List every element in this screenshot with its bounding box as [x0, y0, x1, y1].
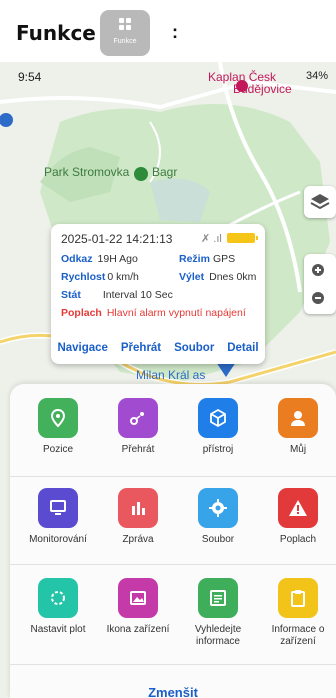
phone-screen: 9:54 34% Kaplan Česk Budějovice Park Str…	[0, 62, 336, 698]
shrink-button[interactable]: Zmenšit	[10, 685, 336, 698]
tile-label: Vyhledejte informace	[194, 624, 242, 647]
stat-value: Interval 10 Sec	[102, 289, 173, 301]
row-divider	[10, 564, 336, 565]
rezim-label: Režim	[179, 253, 210, 265]
prehrat-link[interactable]: Přehrát	[121, 342, 161, 354]
search-info-icon	[198, 578, 238, 618]
info-card-actions: Navigace Přehrát Soubor Detail	[51, 342, 265, 354]
person-icon	[278, 398, 318, 438]
info-row-stat: Stát Interval 10 Sec	[61, 289, 173, 301]
device-info-card: 2025-01-22 14:21:13 ✗ .ıl Odkaz 19H Ago R…	[51, 224, 265, 364]
rychlost-label: Rychlost	[61, 271, 106, 283]
vylet-value: Dnes 0km	[209, 271, 257, 283]
screen: Funkce Funkce : 9:54 34% Kaplan Česk Bud…	[0, 0, 336, 698]
zoom-in-icon[interactable]	[304, 256, 336, 284]
detail-link[interactable]: Detail	[227, 342, 258, 354]
map-label-park: Park Stromovka	[44, 165, 130, 179]
row-divider	[10, 664, 336, 665]
odkaz-value: 19H Ago	[97, 253, 138, 265]
warning-icon	[278, 488, 318, 528]
poplach-value: Hlavní alarm vypnutí napájení	[106, 307, 246, 319]
fence-icon	[38, 578, 78, 618]
battery-icon	[227, 233, 258, 243]
route-icon	[118, 398, 158, 438]
page-header: Funkce Funkce :	[0, 0, 336, 62]
vylet-label: Výlet	[179, 271, 205, 283]
info-row-vylet: Výlet Dnes 0km	[179, 271, 256, 283]
bar-chart-icon	[118, 488, 158, 528]
tile-label: Nastavit plot	[30, 624, 86, 635]
stat-label: Stát	[61, 289, 81, 301]
map-label-milan: Milan Král as	[136, 368, 206, 382]
location-pin-icon	[38, 398, 78, 438]
info-row-rezim: Režim GPS	[179, 253, 235, 265]
tile-label: přístroj	[202, 444, 234, 455]
soubor-link[interactable]: Soubor	[174, 342, 214, 354]
map-label-budejovice-2: Budějovice	[233, 82, 292, 96]
image-icon	[118, 578, 158, 618]
tile-label: Můj	[289, 444, 307, 455]
tile-label: Soubor	[201, 534, 235, 545]
tile-label: Poplach	[279, 534, 317, 545]
poplach-label: Poplach	[61, 307, 102, 319]
tile-label: Pozice	[42, 444, 73, 455]
navigace-link[interactable]: Navigace	[57, 342, 108, 354]
tile-label: Monitorování	[29, 534, 87, 545]
monitor-icon	[38, 488, 78, 528]
info-row-poplach: Poplach Hlavní alarm vypnutí napájení	[61, 307, 246, 319]
clipboard-icon	[278, 578, 318, 618]
zoom-controls	[304, 254, 336, 314]
odkaz-label: Odkaz	[61, 253, 93, 265]
tile-label: Přehrát	[121, 444, 155, 455]
cube-icon	[198, 398, 238, 438]
tile-label: Ikona zařízení	[106, 624, 170, 635]
map-label-bagr: Bagr	[152, 165, 178, 179]
zoom-out-icon[interactable]	[304, 284, 336, 312]
page-title: Funkce	[16, 21, 96, 45]
status-battery: 34%	[305, 70, 328, 82]
rychlost-value: 0 km/h	[107, 271, 139, 283]
info-datetime: 2025-01-22 14:21:13	[61, 232, 173, 246]
rezim-value: GPS	[212, 253, 236, 265]
grid-icon	[119, 18, 131, 30]
header-colon: :	[172, 22, 178, 42]
info-row-rychlost: Rychlost 0 km/h	[61, 271, 139, 283]
signal-icon: ✗ .ıl	[201, 233, 222, 245]
app-icon-label: Funkce	[113, 38, 137, 45]
app-icon[interactable]: Funkce	[100, 10, 150, 56]
row-divider	[10, 476, 336, 477]
info-row-odkaz: Odkaz 19H Ago	[61, 253, 138, 265]
tile-label: Informace o zařízení	[271, 624, 325, 647]
layers-icon	[310, 194, 330, 210]
gear-icon	[198, 488, 238, 528]
layers-button[interactable]	[304, 186, 336, 218]
function-panel: Pozice Přehrát přístroj Můj Monitorování…	[10, 384, 336, 698]
tile-label: Zpráva	[122, 534, 154, 545]
status-time: 9:54	[18, 70, 42, 84]
